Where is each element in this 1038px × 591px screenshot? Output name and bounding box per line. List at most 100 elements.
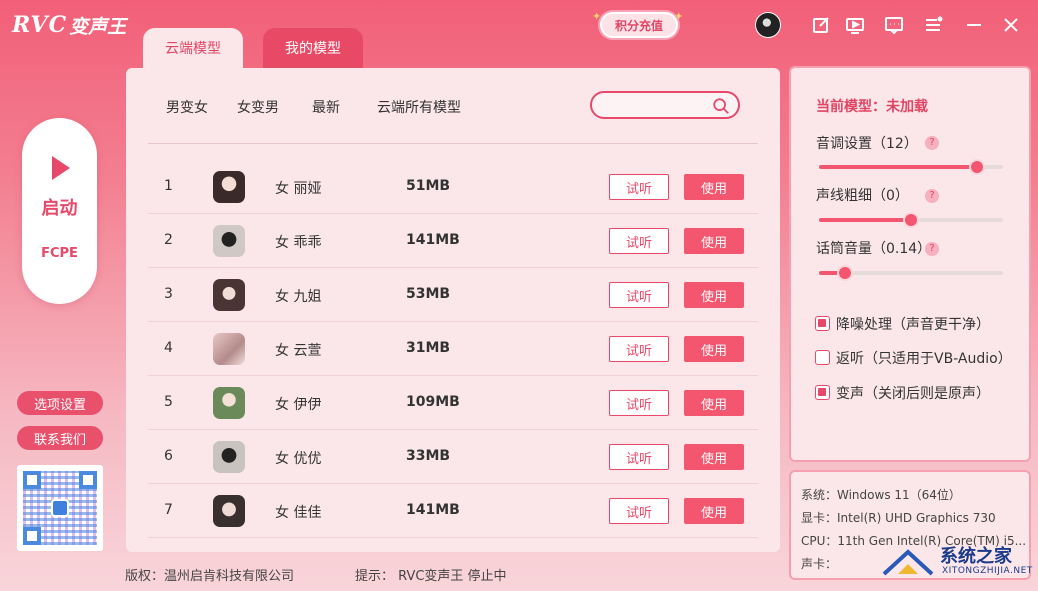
listen-button[interactable]: 试听	[609, 498, 669, 524]
use-button[interactable]: 使用	[684, 444, 744, 470]
listen-button[interactable]: 试听	[609, 174, 669, 200]
row-number: 6	[164, 448, 173, 464]
recharge-button[interactable]: 积分充值	[600, 12, 678, 38]
logo-text: RVC	[12, 12, 68, 38]
use-button[interactable]: 使用	[684, 174, 744, 200]
search-icon[interactable]	[712, 97, 730, 115]
minimize-icon[interactable]	[964, 15, 984, 35]
model-name: 女 九姐	[275, 289, 322, 305]
model-size: 33MB	[406, 448, 451, 464]
pitch-label: 音调设置（12）	[816, 136, 918, 152]
model-size: 51MB	[406, 178, 451, 194]
model-avatar	[213, 387, 245, 419]
use-button[interactable]: 使用	[684, 498, 744, 524]
model-name: 女 佳佳	[275, 505, 322, 521]
current-model: 当前模型：未加载	[816, 96, 928, 116]
model-size: 31MB	[406, 340, 451, 356]
current-model-value: 未加载	[886, 99, 928, 115]
model-avatar	[213, 441, 245, 473]
watermark-logo: 系统之家 XITONGZHIJIA.NET	[880, 540, 1033, 584]
model-size: 109MB	[406, 394, 460, 410]
listen-button[interactable]: 试听	[609, 228, 669, 254]
table-row: 5 女 伊伊 109MB 试听 使用	[148, 376, 758, 430]
help-icon[interactable]: ?	[925, 242, 939, 256]
settings-panel: 当前模型：未加载 音调设置（12） ? 声线粗细（0） ? 话筒音量（0.14）…	[789, 66, 1031, 462]
engine-label: FCPE	[41, 246, 78, 261]
category-latest[interactable]: 最新	[312, 97, 340, 117]
help-icon[interactable]: ?	[925, 136, 939, 150]
voice-change-checkbox[interactable]	[815, 385, 830, 400]
copyright-text: 版权：温州启肯科技有限公司	[125, 569, 295, 584]
model-size: 53MB	[406, 286, 451, 302]
current-model-label: 当前模型：	[816, 99, 886, 115]
monitor-label: 返听（只适用于VB-Audio）	[836, 351, 1012, 367]
thickness-label: 声线粗细（0）	[816, 188, 909, 204]
divider	[148, 143, 758, 144]
os-info: 系统：Windows 11（64位）	[801, 488, 961, 502]
table-row: 2 女 乖乖 141MB 试听 使用	[148, 214, 758, 268]
listen-button[interactable]: 试听	[609, 336, 669, 362]
start-label: 启动	[41, 198, 78, 219]
tab-cloud-models[interactable]: 云端模型	[143, 28, 243, 68]
table-row: 1 女 丽娅 51MB 试听 使用	[148, 160, 758, 214]
gpu-info: 显卡：Intel(R) UHD Graphics 730	[801, 511, 996, 525]
row-number: 4	[164, 340, 173, 356]
denoise-checkbox[interactable]	[815, 316, 830, 331]
table-row: 3 女 九姐 53MB 试听 使用	[148, 268, 758, 322]
model-avatar	[213, 279, 245, 311]
mic-volume-slider-handle[interactable]	[836, 265, 853, 281]
denoise-label: 降噪处理（声音更干净）	[836, 317, 990, 333]
app-logo: RVC 变声王	[12, 10, 126, 40]
use-button[interactable]: 使用	[684, 390, 744, 416]
row-number: 2	[164, 232, 173, 248]
start-button[interactable]: 启动 FCPE	[22, 118, 97, 304]
model-name: 女 云萱	[275, 343, 322, 359]
tab-my-models[interactable]: 我的模型	[263, 28, 363, 68]
thickness-slider-handle[interactable]	[903, 212, 919, 228]
row-number: 1	[164, 178, 173, 194]
use-button[interactable]: 使用	[684, 336, 744, 362]
table-row: 7 女 佳佳 141MB 试听 使用	[148, 484, 758, 538]
category-male-to-female[interactable]: 男变女	[166, 97, 208, 117]
row-number: 5	[164, 394, 173, 410]
category-female-to-male[interactable]: 女变男	[237, 97, 279, 117]
listen-button[interactable]: 试听	[609, 282, 669, 308]
listen-button[interactable]: 试听	[609, 390, 669, 416]
mic-volume-label: 话筒音量（0.14）	[816, 241, 932, 257]
model-avatar	[213, 333, 245, 365]
category-all-cloud[interactable]: 云端所有模型	[377, 97, 461, 117]
logo-cn: 变声王	[69, 15, 127, 38]
model-name: 女 伊伊	[275, 397, 322, 413]
pitch-slider[interactable]	[819, 159, 1003, 175]
table-row: 6 女 优优 33MB 试听 使用	[148, 430, 758, 484]
pitch-slider-handle[interactable]	[969, 159, 986, 175]
mic-volume-slider[interactable]	[819, 265, 1003, 281]
play-icon	[52, 156, 70, 180]
row-number: 7	[164, 502, 173, 518]
close-icon[interactable]	[1001, 15, 1021, 35]
search-input[interactable]	[590, 91, 740, 119]
table-row: 4 女 云萱 31MB 试听 使用	[148, 322, 758, 376]
monitor-checkbox[interactable]	[815, 350, 830, 365]
qr-code	[17, 465, 103, 551]
edit-icon[interactable]	[811, 15, 831, 35]
help-icon[interactable]: ?	[925, 189, 939, 203]
listen-button[interactable]: 试听	[609, 444, 669, 470]
status-hint: 提示： RVC变声王 停止中	[355, 569, 507, 584]
model-avatar	[213, 225, 245, 257]
video-icon[interactable]	[845, 15, 865, 35]
contact-button[interactable]: 联系我们	[17, 426, 103, 450]
message-icon[interactable]	[884, 15, 904, 35]
watermark-subtitle: XITONGZHIJIA.NET	[942, 566, 1033, 576]
model-name: 女 乖乖	[275, 235, 322, 251]
model-name: 女 优优	[275, 451, 322, 467]
use-button[interactable]: 使用	[684, 228, 744, 254]
watermark-title: 系统之家	[940, 546, 1012, 567]
options-button[interactable]: 选项设置	[17, 391, 103, 415]
voice-change-label: 变声（关闭后则是原声）	[836, 386, 990, 402]
menu-icon[interactable]	[923, 15, 943, 35]
use-button[interactable]: 使用	[684, 282, 744, 308]
house-icon	[882, 549, 934, 576]
thickness-slider[interactable]	[819, 212, 1003, 228]
user-avatar[interactable]	[755, 12, 781, 38]
